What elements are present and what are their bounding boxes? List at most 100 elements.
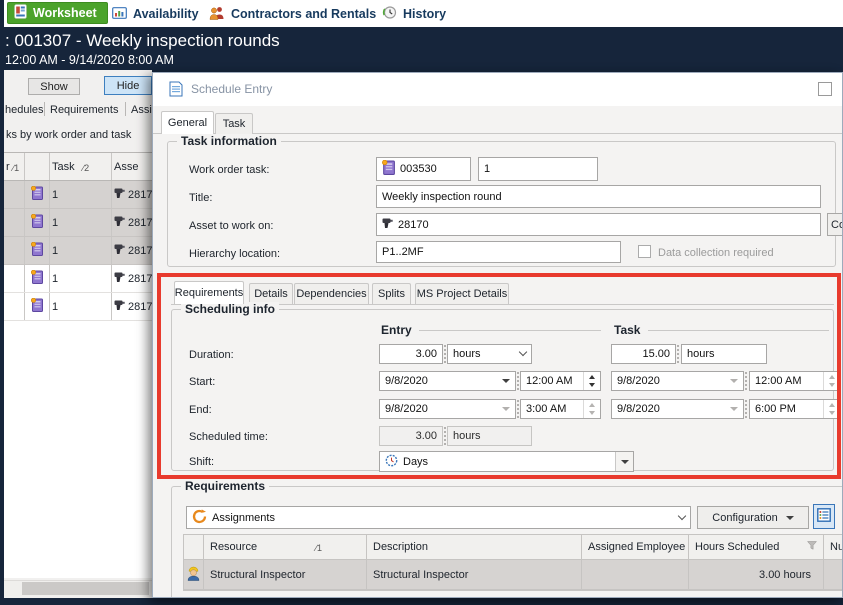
asset-icon xyxy=(114,187,125,202)
contractors-icon xyxy=(209,6,225,23)
panel-tab-assignments[interactable]: Assig xyxy=(131,103,152,117)
configuration-button[interactable]: Configuration xyxy=(697,506,809,529)
workorder-doc-icon xyxy=(31,298,43,315)
column-header-resource[interactable]: Resource ∕1 xyxy=(204,535,367,559)
column-header-number[interactable]: Nu xyxy=(824,535,843,559)
column-header-task[interactable]: Task ∕2 xyxy=(50,153,112,180)
work-order-task-label: Work order task: xyxy=(189,163,270,177)
filter-icon[interactable] xyxy=(807,541,817,553)
detail-tab-splits[interactable]: Splits xyxy=(372,283,411,304)
data-collection-checkbox[interactable] xyxy=(638,245,651,258)
tab-history[interactable]: History xyxy=(382,3,446,25)
entry-header-line xyxy=(419,330,601,331)
task-row[interactable]: 1 2817 xyxy=(4,237,152,265)
end-label: End: xyxy=(189,403,212,417)
dropdown-arrow-icon xyxy=(502,407,510,411)
dialog-tab-task[interactable]: Task xyxy=(215,113,253,134)
requirements-legend: Requirements xyxy=(181,479,269,494)
detail-tab-ms-project-details[interactable]: MS Project Details xyxy=(415,283,509,304)
column-header-asset[interactable]: Asse xyxy=(112,153,152,180)
task-row[interactable]: 1 2817 xyxy=(4,293,152,321)
scrollbar-thumb[interactable] xyxy=(22,582,149,595)
column-header-icon[interactable] xyxy=(25,153,50,180)
field-separator xyxy=(517,400,519,418)
asset-to-work-on-label: Asset to work on: xyxy=(189,219,273,233)
view-list-button[interactable] xyxy=(813,504,835,529)
horizontal-scrollbar[interactable] xyxy=(4,580,152,596)
maximize-button[interactable] xyxy=(818,82,832,96)
panel-tab-requirements[interactable]: Requirements xyxy=(50,103,118,117)
availability-icon xyxy=(112,7,127,22)
sort-indicator: ∕2 xyxy=(83,163,90,173)
column-header-icon[interactable] xyxy=(184,535,204,559)
title-field[interactable]: Weekly inspection round xyxy=(376,185,821,208)
assignments-icon xyxy=(192,509,207,527)
scheduled-time-label: Scheduled time: xyxy=(189,430,268,444)
entry-column-header: Entry xyxy=(381,323,412,337)
tab-separator xyxy=(44,102,45,116)
column-header-order[interactable]: r ∕1 xyxy=(4,153,25,180)
view-list-icon xyxy=(817,508,831,525)
tab-contractors-rentals-label: Contractors and Rentals xyxy=(231,7,376,21)
requirement-row[interactable]: Structural Inspector Structural Inspecto… xyxy=(184,560,843,590)
detail-tab-details[interactable]: Details xyxy=(249,283,293,304)
history-icon xyxy=(382,5,397,23)
spinner-icon[interactable] xyxy=(583,372,595,390)
workorder-doc-icon xyxy=(31,186,43,203)
dialog-title: Schedule Entry xyxy=(191,82,272,96)
show-button[interactable]: Show xyxy=(28,78,80,95)
shift-combo[interactable]: Days xyxy=(379,451,634,472)
entry-start-time-spinner[interactable]: 12:00 AM xyxy=(520,371,601,391)
spinner-icon xyxy=(583,400,595,418)
detail-tab-dependencies[interactable]: Dependencies xyxy=(294,283,369,304)
data-collection-label: Data collection required xyxy=(658,246,774,260)
background-panel: Show Hide hedules Requirements Assig ks … xyxy=(4,70,152,598)
task-end-time-spinner[interactable]: 6:00 PM xyxy=(749,399,841,419)
field-separator xyxy=(444,345,446,363)
workorder-doc-icon xyxy=(31,270,43,287)
task-start-date-picker[interactable]: 9/8/2020 xyxy=(611,371,744,391)
tab-worksheet-label: Worksheet xyxy=(33,6,97,20)
dropdown-arrow-icon xyxy=(730,407,738,411)
sort-indicator: ∕1 xyxy=(13,163,20,173)
field-separator xyxy=(444,427,446,445)
work-order-task-number-field[interactable]: 1 xyxy=(478,157,598,181)
task-row[interactable]: 1 2817 xyxy=(4,181,152,209)
task-start-time-spinner[interactable]: 12:00 AM xyxy=(749,371,841,391)
field-separator xyxy=(745,372,747,390)
dropdown-button[interactable] xyxy=(615,452,633,471)
column-header-hours-scheduled[interactable]: Hours Scheduled xyxy=(689,535,824,559)
work-order-task-field[interactable]: 003530 xyxy=(376,157,471,181)
requirements-type-combo[interactable]: Assignments xyxy=(186,506,691,529)
detail-tab-requirements[interactable]: Requirements xyxy=(174,281,244,304)
column-header-description[interactable]: Description xyxy=(367,535,582,559)
dropdown-arrow-icon[interactable] xyxy=(502,379,510,383)
dialog-titlebar[interactable]: Schedule Entry xyxy=(153,73,842,106)
show-button-label: Show xyxy=(40,81,68,93)
task-list-grid: r ∕1 Task ∕2 Asse 1 2817 xyxy=(4,152,152,578)
dialog-tab-general[interactable]: General xyxy=(161,111,214,134)
tab-worksheet[interactable]: Worksheet xyxy=(7,2,108,24)
schedule-entry-icon xyxy=(169,81,183,100)
chevron-down-icon xyxy=(519,348,527,356)
column-header-assigned-employee[interactable]: Assigned Employee xyxy=(582,535,689,559)
entry-start-date-picker[interactable]: 9/8/2020 xyxy=(379,371,516,391)
task-row[interactable]: 1 2817 xyxy=(4,209,152,237)
tab-availability[interactable]: Availability xyxy=(112,3,199,25)
task-duration-field[interactable]: 15.00 xyxy=(611,344,676,364)
tab-contractors-rentals[interactable]: Contractors and Rentals xyxy=(209,3,376,25)
entry-end-date-picker[interactable]: 9/8/2020 xyxy=(379,399,516,419)
hierarchy-location-field[interactable]: P1..2MF xyxy=(376,241,621,263)
entry-duration-input[interactable]: 3.00 xyxy=(379,344,443,364)
hide-button[interactable]: Hide xyxy=(104,76,152,95)
asset-field[interactable]: 28170 xyxy=(376,213,821,236)
entry-duration-unit-combo[interactable]: hours xyxy=(447,344,532,364)
components-button[interactable]: Con xyxy=(827,213,843,236)
task-end-date-picker[interactable]: 9/8/2020 xyxy=(611,399,744,419)
panel-tab-schedules[interactable]: hedules xyxy=(5,103,44,117)
dropdown-arrow-icon xyxy=(730,379,738,383)
task-duration-unit-field[interactable]: hours xyxy=(681,344,767,364)
app-window: Worksheet Availability Contractors and R… xyxy=(0,0,843,605)
task-row[interactable]: 1 2817 xyxy=(4,265,152,293)
entry-end-time-spinner[interactable]: 3:00 AM xyxy=(520,399,601,419)
